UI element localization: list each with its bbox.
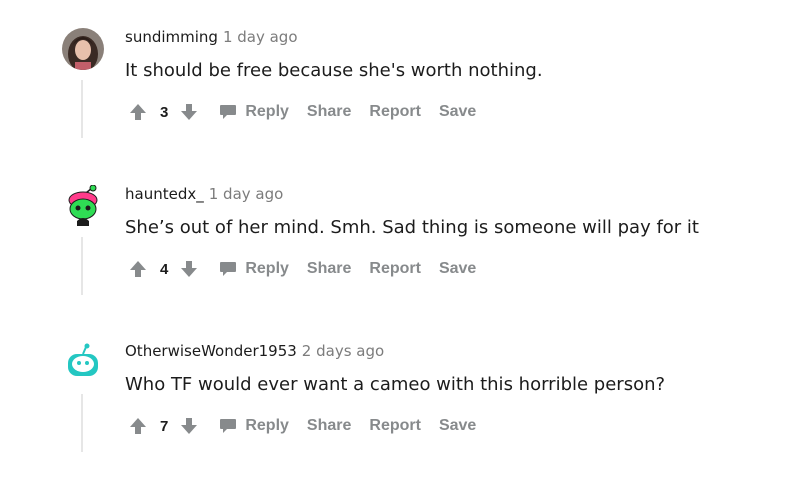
downvote-arrow-icon[interactable] [179,259,199,279]
user-photo-avatar[interactable] [62,28,104,70]
comment: OtherwiseWonder1953 2 days ago Who TF wou… [0,314,800,464]
comment-body: Who TF would ever want a cameo with this… [125,374,666,395]
upvote-arrow-icon[interactable] [128,259,148,279]
comment-actions: 3 Reply Share Report Save [128,100,494,124]
snoo-default-avatar[interactable] [62,342,104,384]
reply-button[interactable]: Reply [245,417,289,435]
username-link[interactable]: hauntedx_ [125,185,204,203]
report-button[interactable]: Report [369,417,421,435]
timestamp[interactable]: 1 day ago [223,28,298,46]
comment-meta: OtherwiseWonder1953 2 days ago [125,341,384,361]
save-button[interactable]: Save [439,260,476,278]
comment-bubble-icon[interactable] [219,418,237,434]
comment-meta: hauntedx_ 1 day ago [125,184,283,204]
upvote-arrow-icon[interactable] [128,416,148,436]
comment: hauntedx_ 1 day ago She’s out of her mind… [0,157,800,307]
thread-line[interactable] [81,237,83,295]
reply-button[interactable]: Reply [245,260,289,278]
comment-bubble-icon[interactable] [219,261,237,277]
upvote-arrow-icon[interactable] [128,102,148,122]
vote-score: 4 [160,260,169,278]
comment-bubble-icon[interactable] [219,104,237,120]
comment-body: It should be free because she's worth no… [125,60,543,81]
save-button[interactable]: Save [439,103,476,121]
share-button[interactable]: Share [307,260,351,278]
snoo-zombie-avatar[interactable] [62,184,104,227]
vote-score: 7 [160,417,169,435]
comment-actions: 4 Reply Share Report Save [128,257,494,281]
share-button[interactable]: Share [307,103,351,121]
username-link[interactable]: OtherwiseWonder1953 [125,342,297,360]
report-button[interactable]: Report [369,260,421,278]
thread-line[interactable] [81,394,83,452]
save-button[interactable]: Save [439,417,476,435]
username-link[interactable]: sundimming [125,28,218,46]
comment-body: She’s out of her mind. Smh. Sad thing is… [125,217,699,238]
downvote-arrow-icon[interactable] [179,416,199,436]
share-button[interactable]: Share [307,417,351,435]
thread-line[interactable] [81,80,83,138]
vote-score: 3 [160,103,169,121]
comment: sundimming 1 day ago It should be free be… [0,0,800,150]
downvote-arrow-icon[interactable] [179,102,199,122]
reply-button[interactable]: Reply [245,103,289,121]
comment-actions: 7 Reply Share Report Save [128,414,494,438]
timestamp[interactable]: 2 days ago [302,342,384,360]
report-button[interactable]: Report [369,103,421,121]
timestamp[interactable]: 1 day ago [209,185,284,203]
comment-meta: sundimming 1 day ago [125,27,298,47]
